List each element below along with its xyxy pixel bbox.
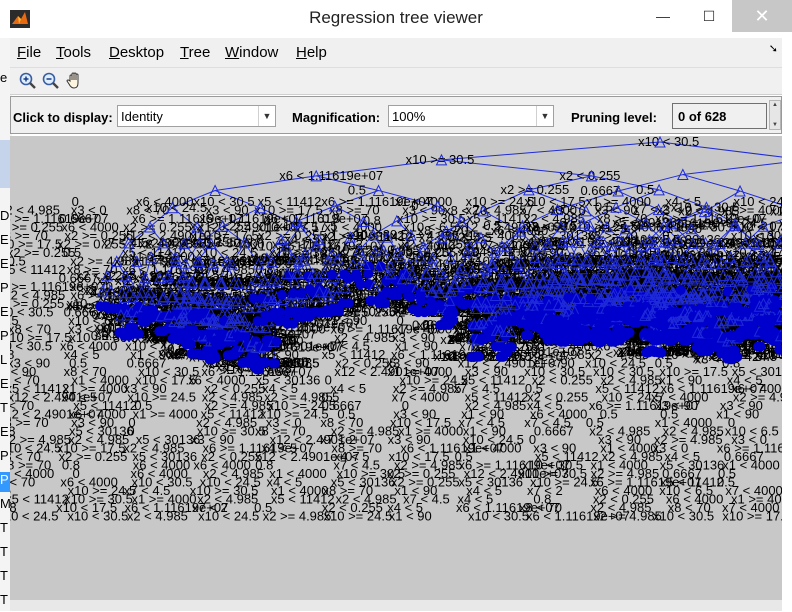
split-rule-label: x10 >= 30.5 — [667, 220, 736, 235]
pruning-slider[interactable]: ▲ ▼ — [769, 100, 781, 130]
pruning-level-value: 0 of 628 — [678, 109, 726, 124]
menu-help[interactable]: Help — [296, 44, 327, 61]
arrow-up-icon[interactable]: ▲ — [770, 101, 780, 109]
pruning-label: Pruning level: — [571, 110, 657, 125]
background-panel — [0, 140, 10, 188]
tree-canvas[interactable]: x10 < 30.5x10 >= 30.5x6 < 1.11619e+07x10… — [10, 136, 782, 600]
regression-tree-plot[interactable]: x10 < 30.5x10 >= 30.5x6 < 1.11619e+07x10… — [10, 136, 782, 600]
menu-window[interactable]: Window — [225, 44, 278, 61]
display-dropdown[interactable]: Identity ▼ — [117, 105, 276, 127]
chevron-down-icon[interactable]: ▼ — [258, 106, 275, 126]
tree-branch — [683, 160, 782, 175]
menu-file[interactable]: File — [17, 44, 41, 61]
minimize-button[interactable]: — — [640, 0, 686, 32]
display-label: Click to display: — [13, 110, 113, 125]
menu-tools[interactable]: Tools — [56, 44, 91, 61]
dock-arrow-icon[interactable]: ➘ — [769, 42, 778, 55]
magnification-label: Magnification: — [292, 110, 380, 125]
pan-hand-icon[interactable] — [65, 71, 85, 91]
split-rule-label: x10 < 30.5 — [638, 136, 699, 149]
magnification-dropdown[interactable]: 100% ▼ — [388, 105, 554, 127]
tree-controls-panel: Click to display: Identity ▼ Magnificati… — [10, 96, 782, 134]
title-bar: Regression tree viewer — ☐ ✕ — [0, 0, 792, 38]
maximize-button[interactable]: ☐ — [686, 0, 732, 32]
tree-branch — [683, 175, 740, 191]
magnification-value: 100% — [392, 109, 425, 124]
menu-desktop[interactable]: Desktop — [109, 44, 164, 61]
arrow-down-icon[interactable]: ▼ — [770, 121, 780, 129]
display-value: Identity — [121, 109, 163, 124]
menu-bar: File Tools Desktop Tree Window Help ➘ — [10, 38, 782, 68]
toolbar — [10, 68, 782, 95]
zoom-in-icon[interactable] — [18, 71, 38, 91]
zoom-out-icon[interactable] — [41, 71, 61, 91]
close-button[interactable]: ✕ — [732, 0, 792, 32]
menu-tree[interactable]: Tree — [180, 44, 210, 61]
split-rule-label: x6 < 1.11619e+07 — [279, 168, 383, 183]
pruning-level-field[interactable]: 0 of 628 — [672, 103, 767, 129]
split-rule-label: x5 < 11412 — [10, 262, 65, 277]
chevron-down-icon[interactable]: ▼ — [536, 106, 553, 126]
